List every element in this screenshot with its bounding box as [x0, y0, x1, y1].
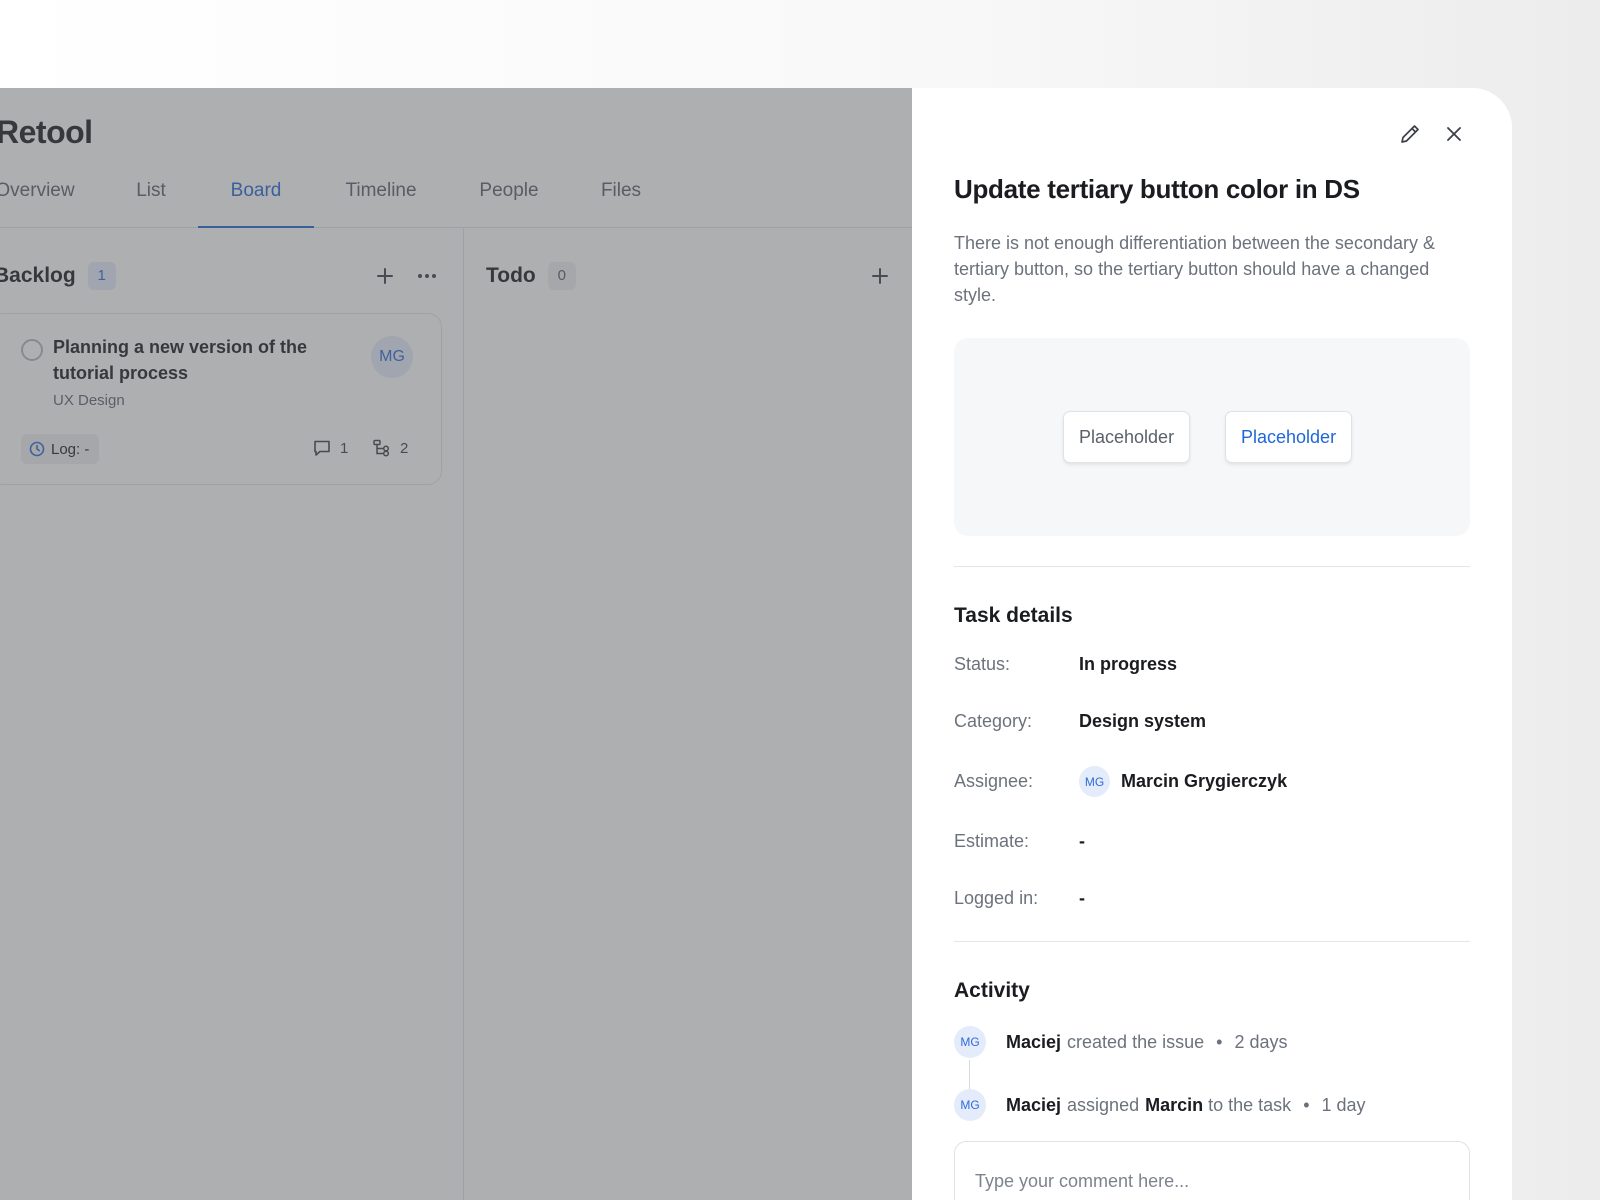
activity-target[interactable]: Marcin	[1145, 1095, 1203, 1116]
activity-suffix: to the task	[1208, 1094, 1292, 1115]
subtask-icon	[373, 439, 390, 457]
board-view: Retool Overview List Board Timeline Peop…	[0, 88, 912, 1200]
column-count-badge: 0	[547, 262, 576, 290]
activity-timeline-line	[969, 1060, 970, 1090]
logged-value[interactable]: -	[1079, 888, 1085, 909]
subtask-count-value: 2	[400, 439, 409, 457]
avatar: MG	[1079, 766, 1110, 797]
estimate-value[interactable]: -	[1079, 831, 1085, 852]
more-horizontal-icon	[418, 274, 436, 278]
column-title: Todo	[486, 264, 536, 287]
activity-action: assigned	[1067, 1094, 1140, 1115]
activity-actor[interactable]: Maciej	[1006, 1095, 1061, 1116]
tab-timeline[interactable]: Timeline	[330, 170, 432, 228]
comment-count[interactable]: 1	[312, 438, 348, 458]
comment-icon	[314, 440, 330, 456]
activity-item: MG Maciej assigned Marcin to the task • …	[954, 1089, 1366, 1121]
secondary-placeholder-button[interactable]: Placeholder	[1063, 411, 1191, 463]
edit-button[interactable]	[1396, 120, 1424, 148]
pencil-icon	[1401, 125, 1419, 143]
time-log-label: Log: -	[51, 440, 90, 458]
activity-time: 1 day	[1321, 1094, 1366, 1115]
task-card-category: UX Design	[53, 392, 125, 409]
column-title: Backlog	[0, 264, 76, 287]
clock-icon	[29, 441, 45, 457]
column-count-badge: 1	[87, 262, 116, 290]
subtask-count[interactable]: 2	[372, 438, 408, 458]
avatar[interactable]: MG	[371, 336, 413, 378]
category-label: Category:	[954, 711, 1033, 731]
tab-list[interactable]: List	[118, 170, 184, 228]
app-window: Retool Overview List Board Timeline Peop…	[0, 88, 1512, 1200]
activity-action: created the issue	[1067, 1031, 1205, 1052]
comment-input[interactable]	[954, 1141, 1470, 1200]
activity-heading: Activity	[954, 979, 1030, 1002]
divider	[954, 941, 1470, 942]
activity-item: MG Maciej created the issue • 2 days	[954, 1026, 1287, 1058]
task-details-heading: Task details	[954, 604, 1073, 627]
close-icon	[1447, 127, 1461, 141]
estimate-label: Estimate:	[954, 831, 1030, 851]
assignee-label: Assignee:	[954, 771, 1034, 791]
task-card[interactable]: Planning a new version of the tutorial p…	[0, 313, 442, 485]
tertiary-placeholder-button[interactable]: Placeholder	[1225, 411, 1353, 463]
task-card-title: Planning a new version of the tutorial p…	[53, 337, 308, 383]
column-divider	[463, 228, 464, 1200]
separator-dot: •	[1303, 1094, 1310, 1115]
logged-label: Logged in:	[954, 888, 1039, 908]
tab-board[interactable]: Board	[198, 170, 314, 228]
task-detail-panel: Update tertiary button color in DS There…	[912, 88, 1512, 1200]
column-header-todo: Todo 0	[486, 260, 576, 292]
add-card-button[interactable]	[371, 262, 399, 290]
assignee-name: Marcin Grygierczyk	[1121, 771, 1288, 791]
status-value[interactable]: In progress	[1079, 654, 1177, 675]
task-title: Update tertiary button color in DS	[954, 174, 1360, 204]
separator-dot: •	[1216, 1031, 1223, 1052]
task-complete-checkbox[interactable]	[21, 339, 43, 361]
tab-files[interactable]: Files	[588, 170, 654, 228]
activity-actor[interactable]: Maciej	[1006, 1032, 1061, 1053]
modal-backdrop[interactable]	[0, 88, 912, 1200]
tab-bar: Overview List Board Timeline People File…	[0, 170, 912, 228]
divider	[954, 566, 1470, 567]
plus-icon	[377, 268, 393, 284]
time-log-badge[interactable]: Log: -	[21, 434, 100, 464]
add-card-button[interactable]	[866, 262, 894, 290]
attachment-preview: Placeholder Placeholder	[954, 338, 1470, 536]
tab-people[interactable]: People	[466, 170, 552, 228]
column-menu-button[interactable]	[413, 262, 441, 290]
app-title: Retool	[0, 114, 93, 150]
activity-time: 2 days	[1234, 1031, 1288, 1052]
avatar: MG	[954, 1026, 986, 1058]
column-header-backlog: Backlog 1	[0, 260, 116, 292]
assignee-value[interactable]: MG Marcin Grygierczyk	[1079, 766, 1287, 797]
comment-count-value: 1	[340, 439, 349, 457]
tab-overview[interactable]: Overview	[0, 170, 76, 228]
close-button[interactable]	[1440, 120, 1468, 148]
status-label: Status:	[954, 654, 1011, 674]
plus-icon	[872, 268, 888, 284]
avatar: MG	[954, 1089, 986, 1121]
category-value[interactable]: Design system	[1079, 711, 1206, 732]
task-description: There is not enough differentiation betw…	[954, 233, 1435, 305]
